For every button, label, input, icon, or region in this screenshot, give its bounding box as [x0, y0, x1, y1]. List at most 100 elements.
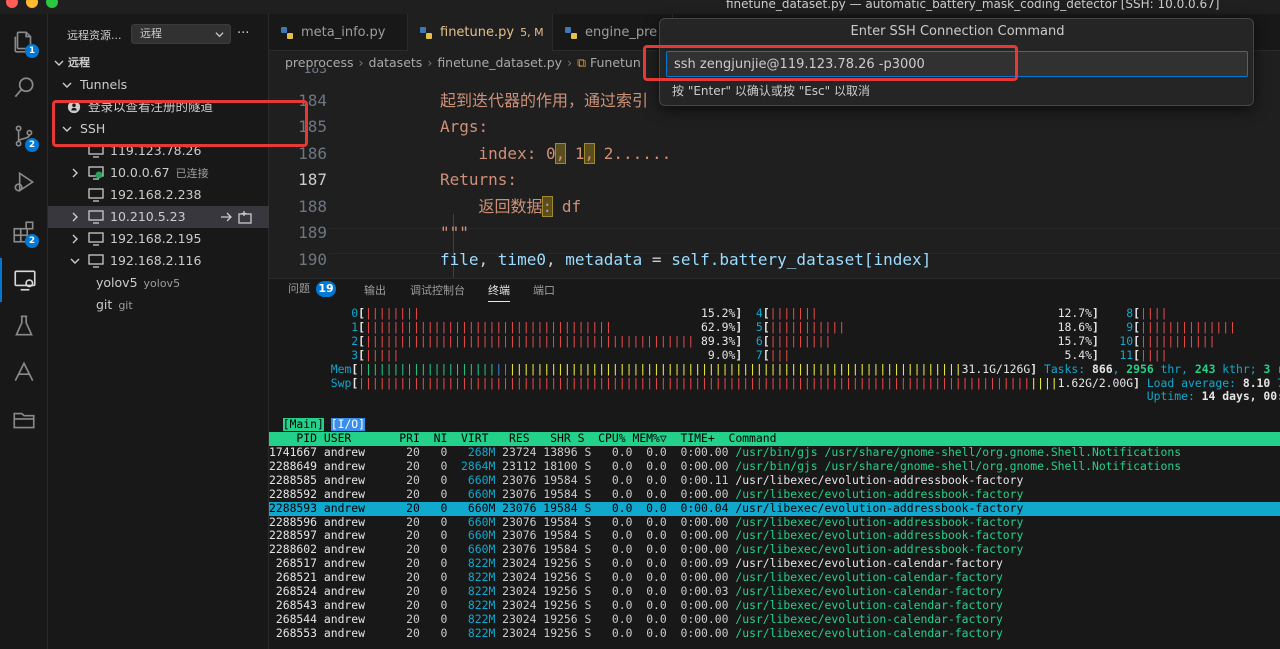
process-table-header: PID USER PRI NI VIRT RES SHR S CPU% MEM%…: [269, 432, 1280, 447]
ssh-command-quick-input: Enter SSH Connection Command 按 "Enter" 以…: [659, 18, 1254, 106]
tunnels-label: Tunnels: [80, 77, 128, 92]
code-segment: 1: [565, 144, 585, 163]
monitor-icon: [88, 210, 104, 224]
code-text: 返回数据: df: [440, 194, 581, 221]
process-row: 268517 andrew 20 0 822M 23024 19256 S 0.…: [269, 557, 1003, 571]
line-number: 185: [298, 117, 327, 136]
code-segment: time0: [497, 250, 546, 269]
tree-ssh[interactable]: SSH: [48, 118, 269, 140]
chevron-down-icon: [62, 82, 72, 88]
activity-folders[interactable]: [0, 398, 48, 442]
tab-meta-info[interactable]: meta_info.py: [269, 14, 408, 51]
chevron-right-icon: [72, 234, 78, 244]
git-graph-icon: [14, 361, 34, 382]
tab-problems-label: 问题: [288, 282, 310, 295]
more-actions-button[interactable]: ···: [237, 26, 249, 41]
tab-finetune[interactable]: finetune.py 5, M: [408, 14, 553, 51]
sidebar-title: 远程资源...: [67, 29, 122, 42]
ssh-host-label: 10.0.0.67 已连接: [110, 162, 209, 185]
ssh-host-item[interactable]: 10.0.0.67 已连接: [48, 162, 269, 184]
activity-testing[interactable]: [0, 304, 48, 348]
process-row: 2288592 andrew 20 0 660M 23076 19584 S 0…: [269, 487, 1024, 501]
activity-source-control[interactable]: 2: [0, 114, 48, 158]
tree-tunnels[interactable]: Tunnels: [48, 74, 269, 96]
tab-output[interactable]: 输出: [364, 282, 386, 298]
activity-explorer[interactable]: 1: [0, 20, 48, 64]
process-row: 2288597 andrew 20 0 660M 23076 19584 S 0…: [269, 529, 1024, 543]
code-segment: ,: [545, 250, 566, 269]
ssh-host-item[interactable]: 192.168.2.116: [48, 250, 269, 272]
chevron-down-icon: [70, 258, 80, 264]
ssh-command-input[interactable]: [666, 51, 1248, 77]
folder-name: git: [96, 297, 113, 312]
code-line: 187 Returns:: [269, 167, 1280, 194]
tab-modified-badge: 5, M: [520, 26, 544, 39]
chevron-down-icon: [54, 60, 64, 66]
code-text: """: [440, 223, 469, 242]
process-row: 2288585 andrew 20 0 660M 23076 19584 S 0…: [269, 473, 1024, 487]
terminal-htop[interactable]: 0[|||||||| 15.2%] 4[||||||| 12.7%] 8[|||…: [269, 307, 1280, 649]
process-row: 2288602 andrew 20 0 660M 23076 19584 S 0…: [269, 543, 1024, 557]
chevron-right-icon: [72, 212, 78, 222]
ssh-host-item[interactable]: 119.123.78.26: [48, 140, 269, 162]
tab-engine-pre[interactable]: engine_pre: [553, 14, 673, 51]
line-number: 184: [298, 91, 327, 110]
cpu-meter-row: 2[||||||||||||||||||||||||||||||||||||||…: [344, 334, 1216, 348]
ssh-dialog-title: Enter SSH Connection Command: [850, 24, 1065, 39]
monitor-icon: [88, 254, 104, 268]
code-segment: index: 0: [440, 144, 556, 163]
tab-ports[interactable]: 端口: [533, 282, 555, 298]
ssh-host-label: 119.123.78.26: [110, 143, 202, 158]
tab-label: finetune.py: [440, 25, 515, 40]
zoom-window-button[interactable]: [46, 0, 58, 8]
code-segment: file: [440, 250, 479, 269]
activity-git-graph[interactable]: [0, 350, 48, 394]
activity-remote-explorer[interactable]: [0, 258, 48, 302]
line-number: 183: [303, 68, 327, 77]
run-debug-icon: [14, 171, 35, 193]
window-title: finetune_dataset.py — automatic_battery_…: [726, 0, 1220, 11]
minimize-window-button[interactable]: [26, 0, 38, 8]
process-row: 268544 andrew 20 0 822M 23024 19256 S 0.…: [269, 612, 1003, 626]
explorer-badge: 1: [25, 44, 39, 58]
new-window-icon[interactable]: [238, 210, 252, 224]
ssh-label: SSH: [80, 121, 106, 136]
swap-meter-row: Swp[||||||||||||||||||||||||||||||||||||…: [330, 376, 1280, 390]
search-icon: [14, 77, 34, 98]
code-text: Args:: [440, 117, 489, 136]
remote-folder-item[interactable]: git git: [48, 294, 269, 316]
problems-count-badge: 19: [316, 281, 336, 297]
close-window-button[interactable]: [6, 0, 18, 8]
ssh-host-item[interactable]: 192.168.2.238: [48, 184, 269, 206]
cpu-meter-row: 0[|||||||| 15.2%] 4[||||||| 12.7%] 8[|||…: [344, 307, 1168, 320]
process-row: 2288593 andrew 20 0 660M 23076 19584 S 0…: [269, 501, 1280, 516]
activity-run-debug[interactable]: [0, 160, 48, 204]
source-control-badge: 2: [25, 138, 39, 152]
window-controls: [6, 0, 58, 8]
ssh-host-item[interactable]: 10.210.5.23: [48, 206, 269, 228]
ssh-host-label: 192.168.2.238: [110, 187, 202, 202]
tab-problems[interactable]: 问题 19: [288, 280, 336, 297]
tunnel-login-item[interactable]: 登录以查看注册的隧道: [48, 96, 269, 118]
folder-desc: git: [118, 299, 133, 312]
activity-extensions[interactable]: 2: [0, 210, 48, 254]
section-remote[interactable]: 远程: [48, 52, 269, 74]
activity-search[interactable]: [0, 66, 48, 110]
monitor-icon: [88, 188, 104, 202]
tab-debug-console[interactable]: 调试控制台: [410, 282, 465, 298]
github-icon: [67, 100, 81, 114]
tab-terminal[interactable]: 终端: [488, 282, 510, 302]
extensions-badge: 2: [25, 234, 39, 248]
python-file-icon: [420, 27, 432, 39]
code-text: 起到迭代器的作用，通过索引: [440, 91, 649, 110]
remote-folder-item[interactable]: yolov5 yolov5: [48, 272, 269, 294]
code-segment: self: [671, 250, 710, 269]
host-status: 已连接: [175, 167, 209, 180]
sidebar-header: 远程资源... 远程 ···: [48, 24, 269, 46]
remote-type-select[interactable]: 远程: [131, 24, 231, 44]
code-line: 188 返回数据: df: [269, 194, 1280, 221]
code-segment: ,: [478, 250, 498, 269]
bottom-panel: 问题 19 输出 调试控制台 终端 端口 0[|||||||| 15.2%] 4[…: [269, 278, 1280, 649]
ssh-host-item[interactable]: 192.168.2.195: [48, 228, 269, 250]
connect-arrow-icon[interactable]: [220, 210, 234, 224]
